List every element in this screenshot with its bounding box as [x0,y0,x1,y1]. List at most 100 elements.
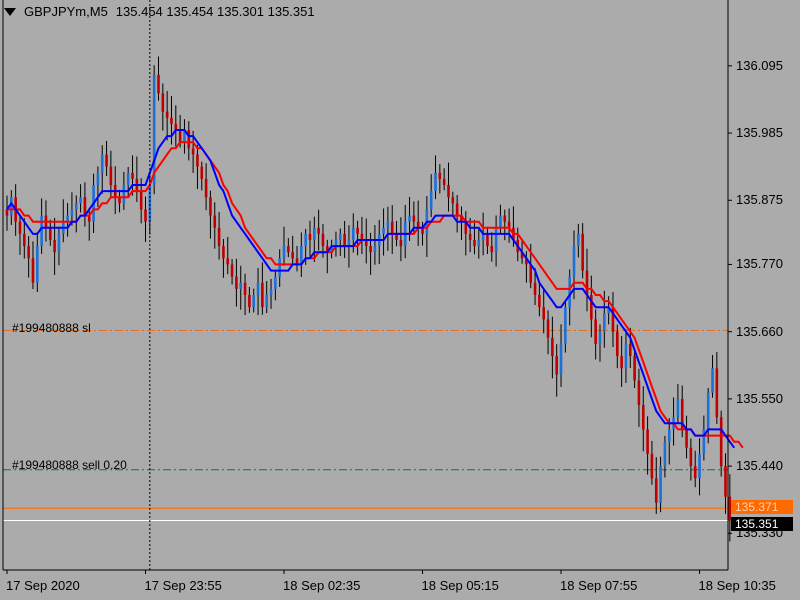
candle [464,211,468,256]
symbol-timeframe: GBPJPYm,M5 [24,4,108,19]
candle [624,329,628,383]
candle-body [689,447,693,467]
candle-body [663,441,667,467]
candle-body [386,221,390,228]
candle [174,105,178,147]
chart-menu-icon[interactable] [4,8,16,16]
candle-body [304,233,307,247]
candle-body [667,429,671,442]
candle [715,352,719,424]
candle [594,309,597,360]
candle [507,208,511,243]
candle [66,202,69,237]
candle-body [57,233,61,253]
ask-price-box: 135.371 [731,500,793,515]
candle-body [382,227,385,234]
candle-body [139,191,143,210]
candle-body [447,185,450,198]
candle [416,200,420,246]
candle [551,316,554,379]
candle-body [412,215,416,222]
candle-body [654,478,658,503]
candle [96,166,100,207]
price-chart[interactable]: GBPJPYm,M5 135.454 135.454 135.301 135.3… [0,0,800,600]
candle-body [239,282,243,289]
level-lines-layer [3,329,728,521]
candle [438,164,442,194]
candle [126,167,130,198]
candle-body [620,356,623,369]
candle-body [434,172,437,192]
candle [356,220,359,256]
candle-body [503,215,507,222]
candle [667,418,671,465]
candle-body [161,93,165,112]
candle-body [226,258,230,265]
candle-body [442,178,446,185]
candle-body [706,392,710,430]
candle [105,140,108,176]
candle [243,273,247,316]
candle [611,292,615,347]
candle [581,223,584,279]
candle-body [265,295,269,308]
candle [646,416,649,475]
candle [291,235,294,265]
candle-body [343,233,346,247]
chart-canvas[interactable] [0,0,800,600]
candle [217,212,221,260]
time-tick-label: 18 Sep 07:55 [560,578,638,593]
candle [325,239,329,274]
candle-body [278,258,281,277]
time-tick-label: 17 Sep 23:55 [144,578,222,593]
candle [382,208,385,256]
price-tick-label: 136.095 [736,57,783,73]
candle [460,206,463,241]
price-tick-label: 135.660 [736,323,783,339]
candle-body [676,398,680,418]
candle-body [546,319,550,338]
candle [83,182,87,227]
candle-body [170,117,173,124]
candle [170,95,173,145]
candle-body [473,240,476,247]
candle [10,190,13,225]
candle-body [581,233,584,271]
candle [265,281,269,314]
candle [100,145,104,194]
candle [204,163,208,211]
candle [131,155,134,196]
candle-body [209,197,212,216]
candle [269,278,273,309]
candle [711,355,714,398]
candle [239,265,243,310]
candle [360,216,364,255]
candle [499,204,502,234]
candle-body [74,203,78,210]
candle-body [317,227,320,234]
candle [399,217,403,262]
candle [473,219,476,255]
time-tick-label: 18 Sep 05:15 [421,578,499,593]
candle [676,384,680,424]
candle-body [551,337,554,357]
candle [144,196,147,242]
candle-body [338,233,342,240]
candle-body [577,233,580,247]
candle [577,223,580,258]
candle [455,195,459,233]
candle-body [555,356,559,375]
candle [157,56,160,101]
candle-body [48,227,52,240]
candle [442,168,446,191]
sell-order-label: #199480888 sell 0.20 [12,458,127,472]
ohlc-readout: 135.454 135.454 135.301 135.351 [115,4,315,19]
candle-body [698,453,701,479]
candle-body [585,270,589,295]
candle-body [230,264,234,277]
price-tick-label: 135.875 [736,192,783,208]
candle [18,215,22,255]
slow-moving-average-line [7,141,744,449]
moving-averages-layer [6,129,744,449]
candle-body [122,185,126,204]
